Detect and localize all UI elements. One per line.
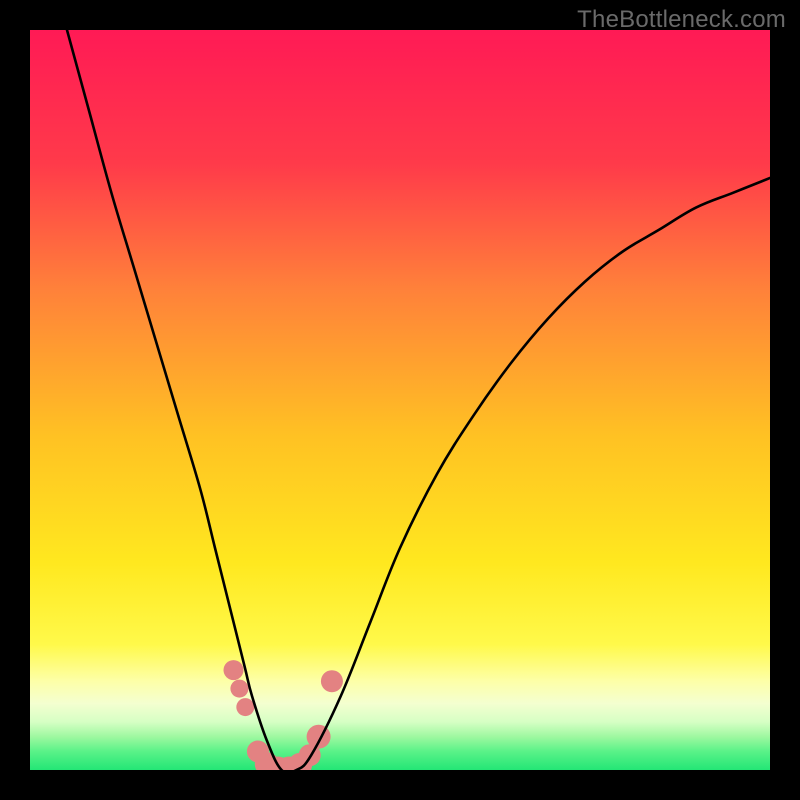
marker-point — [224, 660, 244, 680]
marker-point — [236, 698, 254, 716]
chart-frame: TheBottleneck.com — [0, 0, 800, 800]
watermark-text: TheBottleneck.com — [577, 6, 786, 34]
marker-point — [321, 670, 343, 692]
marker-point — [230, 680, 248, 698]
gradient-background — [30, 30, 770, 770]
plot-area — [30, 30, 770, 770]
chart-svg — [30, 30, 770, 770]
